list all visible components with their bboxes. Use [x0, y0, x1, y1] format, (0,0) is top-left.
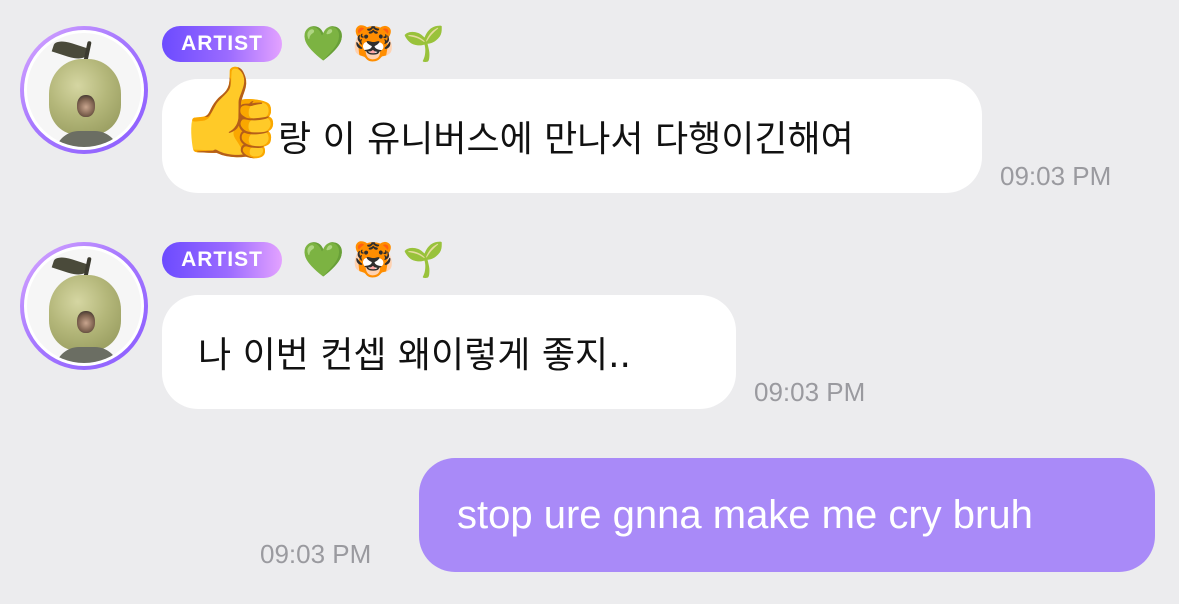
- seedling-icon: 🌱: [402, 240, 446, 280]
- message-text: 랑 이 유니버스에 만나서 다행이긴해여: [278, 119, 854, 160]
- artist-avatar[interactable]: [20, 242, 148, 370]
- artist-badge: ARTIST: [162, 242, 282, 278]
- sender-badge-row: ARTIST 💚 🐯 🌱: [162, 241, 445, 279]
- tiger-face-icon: 🐯: [352, 24, 395, 64]
- message-timestamp: 09:03 PM: [1000, 161, 1112, 191]
- apple-head-avatar-image: [24, 246, 144, 366]
- sender-badge-row: ARTIST 💚 🐯 🌱: [162, 25, 445, 63]
- seedling-icon: 🌱: [402, 24, 446, 64]
- message-text: stop ure gnna make me cry bruh: [457, 492, 1033, 537]
- message-bubble-sent[interactable]: stop ure gnna make me cry bruh: [419, 458, 1155, 572]
- shoulders: [55, 131, 119, 147]
- message-timestamp: 09:03 PM: [754, 377, 866, 407]
- message-text: 나 이번 컨셉 왜이렇게 좋지..: [198, 335, 631, 376]
- artist-avatar[interactable]: [20, 26, 148, 154]
- thumbs-up-icon: 👍: [176, 60, 286, 163]
- artist-badge: ARTIST: [162, 26, 282, 62]
- tiger-face-icon: 🐯: [352, 240, 395, 280]
- green-heart-icon: 💚: [302, 240, 345, 280]
- shoulders: [55, 347, 119, 363]
- message-bubble-received[interactable]: 나 이번 컨셉 왜이렇게 좋지..: [162, 295, 736, 409]
- apple-head-avatar-image: [24, 30, 144, 150]
- face: [77, 95, 95, 117]
- green-heart-icon: 💚: [302, 24, 345, 64]
- face: [77, 311, 95, 333]
- message-timestamp: 09:03 PM: [260, 539, 372, 569]
